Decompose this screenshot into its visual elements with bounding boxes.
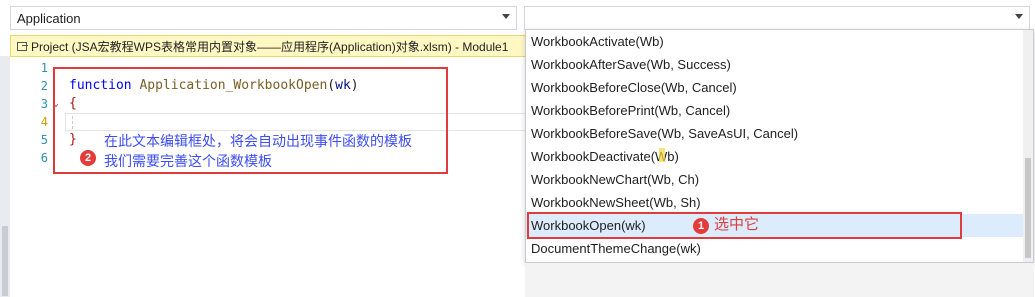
line-number: 4 bbox=[40, 115, 48, 129]
dropdown-item[interactable]: WorkbookBeforeSave(Wb, SaveAsUI, Cancel) bbox=[526, 122, 1023, 145]
chevron-down-icon[interactable] bbox=[502, 14, 510, 19]
dropdown-footer-area bbox=[525, 263, 1034, 297]
module-tab-title: Project (JSA宏教程WPS表格常用内置对象——应用程序(Applica… bbox=[31, 39, 509, 54]
dropdown-item[interactable]: WorkbookBeforePrint(Wb, Cancel) bbox=[526, 99, 1023, 122]
dropdown-item[interactable]: DocumentThemeChange(wk) bbox=[526, 237, 1023, 260]
module-icon bbox=[16, 40, 28, 52]
annotation-note-line2: 我们需要完善这个函数模板 bbox=[104, 153, 272, 169]
step-2-badge: 2 bbox=[80, 150, 96, 166]
line-number: 2 bbox=[40, 79, 48, 93]
select-it-note: 选中它 bbox=[714, 216, 760, 233]
object-dropdown-value: Application bbox=[17, 10, 81, 26]
chevron-down-icon[interactable] bbox=[1015, 14, 1023, 19]
module-tab[interactable]: Project (JSA宏教程WPS表格常用内置对象——应用程序(Applica… bbox=[10, 35, 530, 57]
line-number: 5 bbox=[40, 133, 48, 147]
line-number: 1 bbox=[40, 61, 48, 75]
dropdown-item[interactable]: WorkbookNewSheet(Wb, Sh) bbox=[526, 191, 1023, 214]
step-1-badge: 1 bbox=[693, 218, 709, 234]
dropdown-scrollbar[interactable] bbox=[1023, 30, 1033, 262]
left-scrollbar-thumb[interactable] bbox=[2, 226, 8, 296]
dropdown-scrollbar-thumb[interactable] bbox=[1025, 158, 1031, 258]
left-margin-strip bbox=[0, 56, 10, 297]
annotation-note-line1: 在此文本编辑框处，将会自动出现事件函数的模板 bbox=[104, 133, 412, 149]
line-number: 3 bbox=[40, 97, 48, 111]
object-dropdown[interactable]: Application bbox=[10, 6, 517, 30]
line-number: 6 bbox=[40, 151, 48, 165]
dropdown-item[interactable]: WorkbookBeforeClose(Wb, Cancel) bbox=[526, 76, 1023, 99]
procedure-dropdown[interactable] bbox=[524, 6, 1030, 30]
dropdown-item[interactable]: WorkbookNewChart(Wb, Ch) bbox=[526, 168, 1023, 191]
dropdown-item[interactable]: WorkbookDeactivate(Wb) bbox=[526, 145, 1023, 168]
dropdown-item[interactable]: WorkbookAfterSave(Wb, Success) bbox=[526, 53, 1023, 76]
dropdown-item[interactable]: WorkbookActivate(Wb) bbox=[526, 30, 1023, 53]
mouse-cursor-icon bbox=[659, 148, 665, 162]
